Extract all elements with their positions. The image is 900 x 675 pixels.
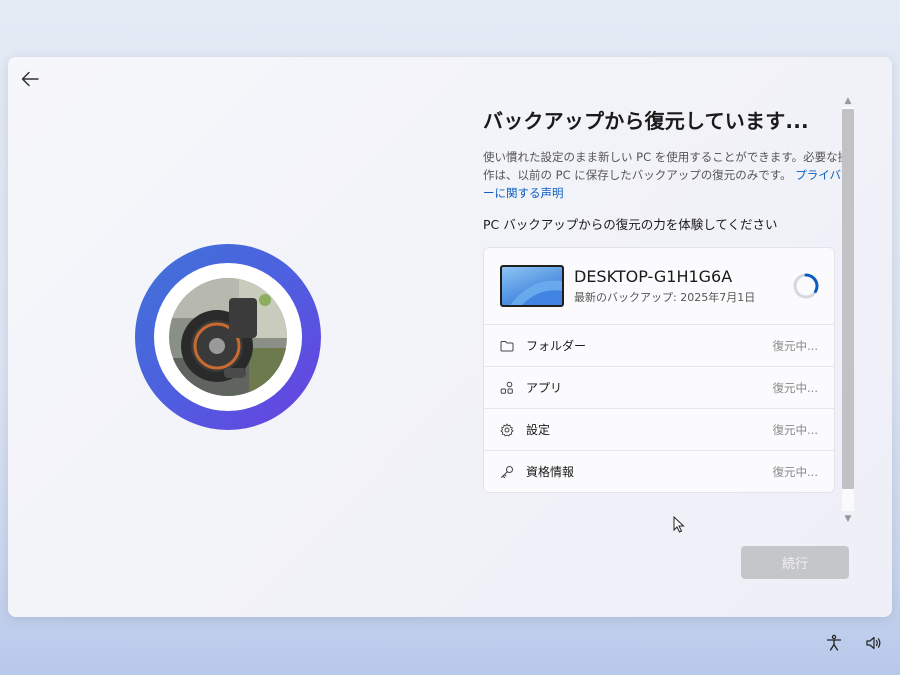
apps-icon (500, 380, 516, 396)
loading-spinner-icon (793, 273, 819, 299)
next-button[interactable]: 続行 (741, 546, 849, 579)
key-icon (500, 464, 516, 480)
scroll-thumb[interactable] (842, 109, 854, 489)
folder-icon (500, 338, 516, 354)
user-avatar (135, 244, 321, 430)
scroll-down-arrow-icon[interactable]: ▼ (842, 513, 854, 525)
avatar-photo (169, 278, 287, 396)
arrow-left-icon (21, 71, 39, 87)
page-title: バックアップから復元しています... (483, 109, 809, 133)
scrollbar[interactable]: ▲ ▼ (842, 95, 854, 525)
mouse-cursor-icon (673, 516, 685, 533)
restore-card: DESKTOP-G1H1G6A 最新のバックアップ: 2025年7月1日 フォル… (483, 247, 835, 493)
last-backup: 最新のバックアップ: 2025年7月1日 (574, 291, 756, 304)
setup-window: バックアップから復元しています... 使い慣れた設定のまま新しい PC を使用す… (8, 57, 892, 617)
list-item-apps: アプリ 復元中... (484, 367, 834, 409)
subheading: PC バックアップからの復元の力を体験してください (483, 217, 778, 232)
list-item-folders: フォルダー 復元中... (484, 325, 834, 367)
list-item-settings: 設定 復元中... (484, 409, 834, 451)
back-button[interactable] (18, 67, 42, 91)
accessibility-icon[interactable] (825, 634, 843, 652)
list-item-credentials: 資格情報 復元中... (484, 451, 834, 492)
pc-thumbnail (500, 265, 564, 307)
scroll-up-arrow-icon[interactable]: ▲ (842, 95, 854, 107)
description: 使い慣れた設定のまま新しい PC を使用することができます。必要な操作は、以前の… (483, 148, 843, 202)
content-panel: バックアップから復元しています... 使い慣れた設定のまま新しい PC を使用す… (483, 93, 843, 527)
device-name: DESKTOP-G1H1G6A (574, 267, 733, 286)
volume-icon[interactable] (865, 634, 883, 652)
gear-icon (500, 422, 516, 438)
device-row: DESKTOP-G1H1G6A 最新のバックアップ: 2025年7月1日 (484, 248, 834, 325)
description-text: 使い慣れた設定のまま新しい PC を使用することができます。必要な操作は、以前の… (483, 150, 843, 182)
